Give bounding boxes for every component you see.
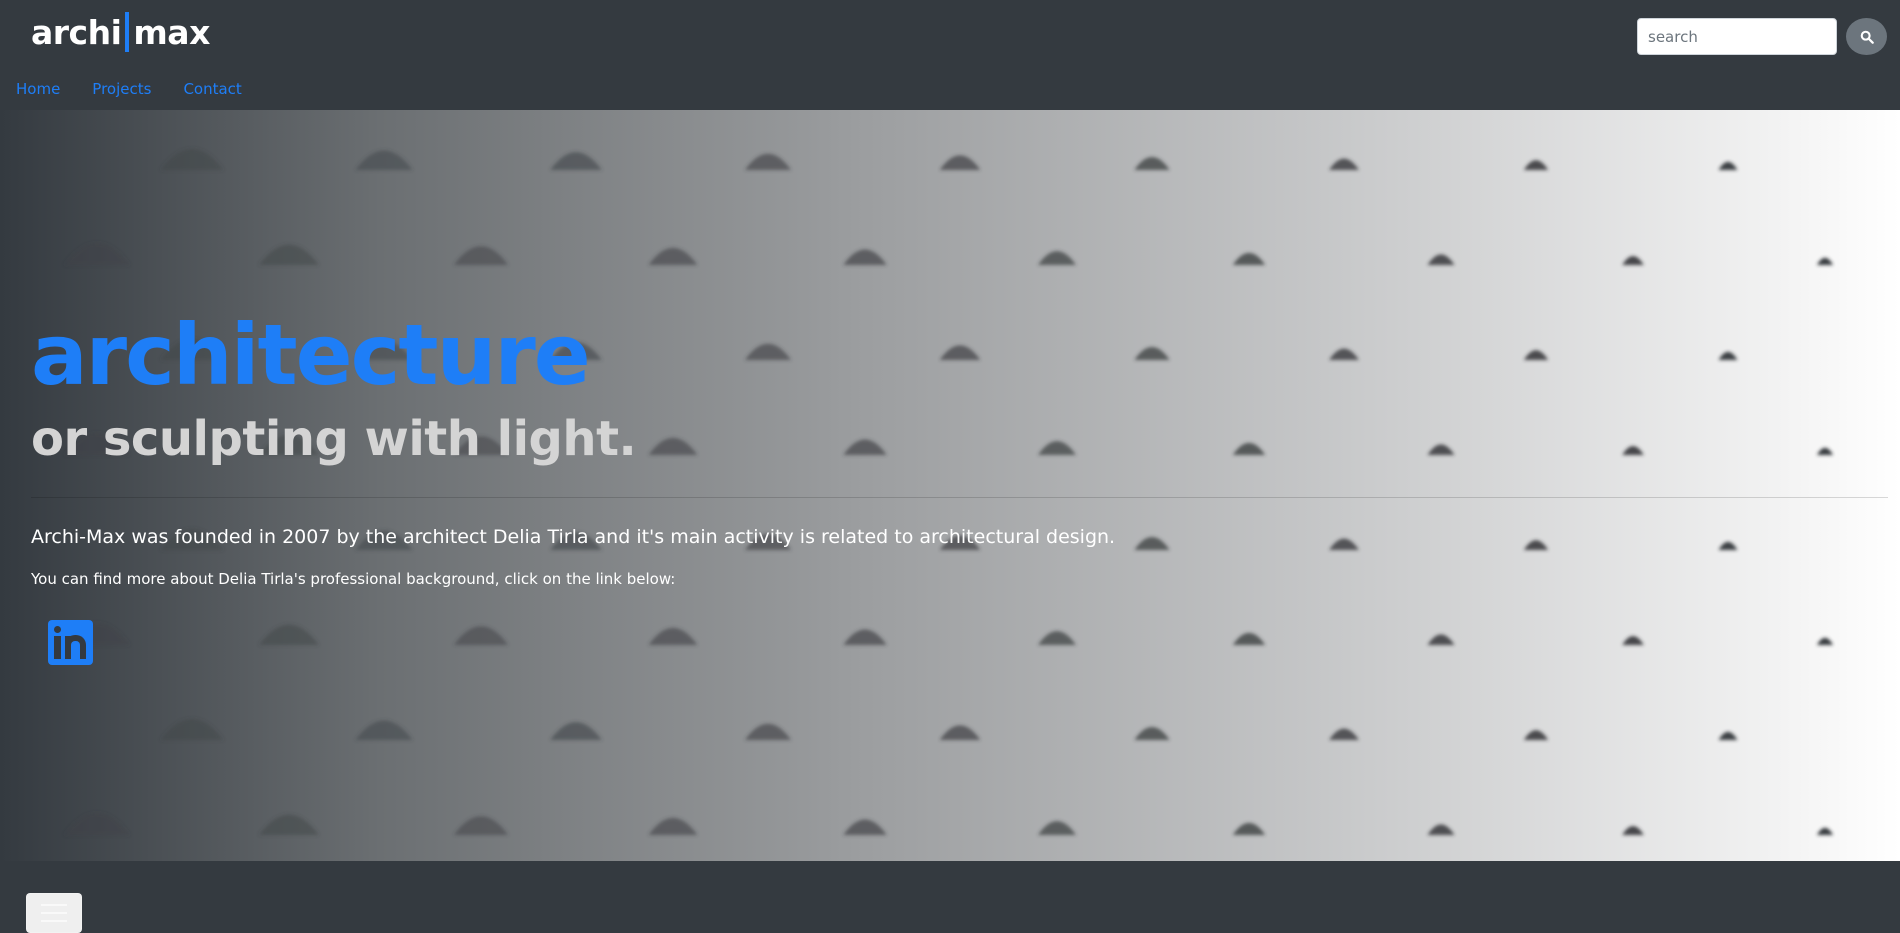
background-bump — [1718, 351, 1738, 360]
background-bump — [1134, 156, 1170, 170]
background-bump — [843, 439, 887, 455]
hero-divider — [31, 497, 1888, 498]
background-bump — [1134, 536, 1170, 550]
background-bump — [744, 153, 792, 170]
background-bump — [1427, 824, 1455, 835]
background-bump — [1622, 446, 1644, 455]
background-bump — [1523, 350, 1549, 360]
background-bump — [1329, 728, 1359, 740]
hamburger-menu-icon[interactable] — [26, 893, 82, 933]
background-bump — [1622, 636, 1644, 645]
background-bump — [1816, 827, 1834, 835]
background-bump — [1329, 348, 1359, 360]
background-bump — [1038, 251, 1076, 265]
background-bump — [550, 722, 602, 740]
background-bump — [1038, 821, 1076, 835]
background-bump — [259, 624, 319, 645]
brand-part-archi: archi — [31, 12, 122, 52]
background-bump — [355, 720, 413, 740]
background-bump — [1523, 160, 1549, 170]
background-bump — [939, 725, 981, 740]
background-bump — [1816, 447, 1834, 455]
background-bump — [1232, 822, 1266, 835]
brand-separator — [125, 12, 130, 52]
hero-lead-text: Archi-Max was founded in 2007 by the arc… — [31, 526, 1116, 548]
hero-section: architecture or sculpting with light. Ar… — [0, 110, 1900, 861]
hero-background-pattern — [64, 148, 1834, 835]
background-bump — [648, 437, 698, 455]
background-bump — [939, 155, 981, 170]
background-bump — [550, 152, 602, 170]
background-bump — [1718, 541, 1738, 550]
search-icon — [1860, 30, 1874, 44]
linkedin-icon[interactable] — [48, 620, 93, 665]
background-bump — [1622, 826, 1644, 835]
background-bump — [1427, 254, 1455, 265]
background-bump — [453, 626, 509, 645]
background-bump — [1038, 631, 1076, 645]
background-bump — [1427, 634, 1455, 645]
background-bump — [1427, 444, 1455, 455]
nav-contact[interactable]: Contact — [183, 80, 241, 102]
background-bump — [1718, 161, 1738, 170]
background-bump — [648, 817, 698, 835]
brand-logo[interactable]: archi max — [31, 12, 210, 52]
background-bump — [648, 627, 698, 645]
background-bump — [1134, 726, 1170, 740]
background-bump — [259, 244, 319, 265]
background-bump — [744, 723, 792, 740]
background-bump — [355, 150, 413, 170]
hero-title: architecture — [31, 306, 591, 404]
background-bump — [1816, 257, 1834, 265]
hero-body-text: You can find more about Delia Tirla's pr… — [31, 570, 676, 588]
background-bump — [843, 819, 887, 835]
background-bump — [843, 249, 887, 265]
background-bump — [1622, 256, 1644, 265]
background-bump — [160, 148, 224, 170]
background-bump — [453, 816, 509, 835]
background-bump — [843, 629, 887, 645]
background-bump — [1134, 346, 1170, 360]
background-bump — [1816, 637, 1834, 645]
background-bump — [1523, 730, 1549, 740]
background-bump — [64, 243, 130, 265]
hero-subtitle: or sculpting with light. — [31, 411, 637, 467]
background-bump — [744, 343, 792, 360]
background-bump — [1232, 442, 1266, 455]
background-bump — [1718, 731, 1738, 740]
background-bump — [939, 345, 981, 360]
background-bump — [1232, 632, 1266, 645]
background-bump — [1329, 538, 1359, 550]
background-bump — [64, 813, 130, 835]
background-bump — [648, 247, 698, 265]
nav-home[interactable]: Home — [16, 80, 60, 102]
background-bump — [453, 246, 509, 265]
search-button[interactable] — [1846, 18, 1887, 55]
search-input[interactable] — [1637, 18, 1837, 55]
background-bump — [1232, 252, 1266, 265]
background-bump — [259, 814, 319, 835]
background-bump — [1329, 158, 1359, 170]
nav-projects[interactable]: Projects — [92, 80, 151, 102]
site-header: archi max Home Projects Contact — [0, 0, 1900, 110]
background-bump — [160, 718, 224, 740]
background-bump — [1038, 441, 1076, 455]
main-nav: Home Projects Contact — [0, 80, 258, 102]
brand-part-max: max — [133, 12, 210, 52]
background-bump — [1523, 540, 1549, 550]
